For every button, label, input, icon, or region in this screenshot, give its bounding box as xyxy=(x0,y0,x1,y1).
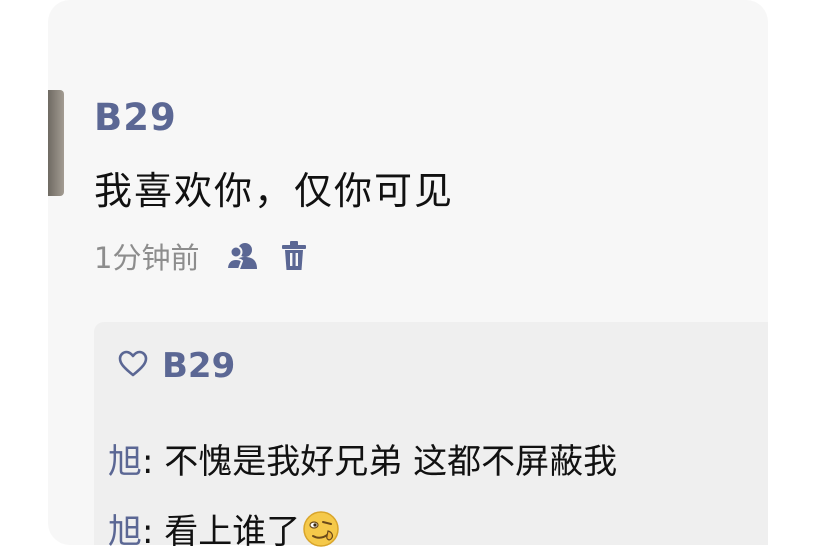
comment-author[interactable]: 旭 xyxy=(108,512,142,552)
like-row: B29 xyxy=(118,346,235,386)
comment-item[interactable]: 旭: 看上谁了 xyxy=(108,504,340,557)
comment-author[interactable]: 旭 xyxy=(108,442,142,482)
heart-outline-icon xyxy=(118,350,148,382)
like-names[interactable]: B29 xyxy=(162,346,235,386)
comment-separator: : xyxy=(142,512,165,552)
post-meta: 1分钟前 xyxy=(94,234,307,278)
trash-icon[interactable] xyxy=(281,240,307,272)
comment-text: 不愧是我好兄弟 这都不屏蔽我 xyxy=(164,442,618,482)
post-message: 我喜欢你，仅你可见 xyxy=(94,169,455,213)
smirk-emoji-icon xyxy=(302,510,340,557)
comment-text: 看上谁了 xyxy=(164,512,301,552)
post-username[interactable]: B29 xyxy=(94,96,177,139)
friends-icon[interactable] xyxy=(225,241,259,271)
comment-section: B29 旭: 不愧是我好兄弟 这都不屏蔽我 旭: 看上谁了 xyxy=(94,322,768,552)
post-timestamp: 1分钟前 xyxy=(94,241,200,275)
comment-item[interactable]: 旭: 不愧是我好兄弟 这都不屏蔽我 xyxy=(108,434,617,483)
comment-separator: : xyxy=(142,442,165,482)
avatar[interactable] xyxy=(48,90,64,196)
